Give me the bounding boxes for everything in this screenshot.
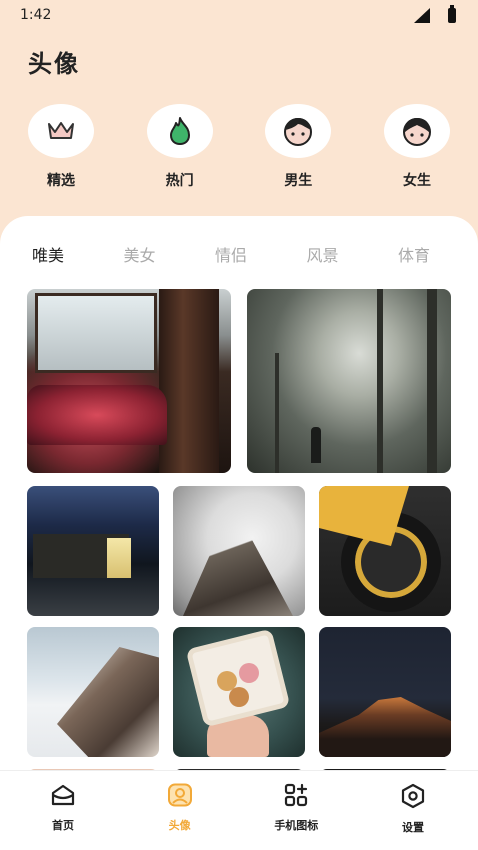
image-detail — [275, 353, 279, 473]
nav-label: 设置 — [401, 821, 424, 834]
flame-icon — [146, 104, 213, 158]
tab-couples[interactable]: 情侣 — [215, 242, 247, 266]
tab-bar: 唯美 美女 情侣 风景 体育 — [0, 242, 478, 274]
tab-label: 风景 — [306, 246, 339, 265]
avatar-image-red-sofa[interactable] — [27, 289, 231, 473]
tab-label: 情侣 — [214, 246, 247, 265]
tab-label: 体育 — [397, 246, 430, 265]
image-detail — [229, 687, 249, 707]
nav-label: 首页 — [52, 819, 74, 832]
crown-icon — [28, 104, 94, 158]
battery-icon — [448, 4, 456, 23]
avatar-image-foggy-forest[interactable] — [247, 289, 451, 473]
settings-hex-icon — [400, 783, 426, 813]
avatar-image-cookie-box[interactable] — [173, 627, 305, 757]
category-boys[interactable]: 男生 — [264, 104, 332, 190]
tab-aesthetic[interactable]: 唯美 — [26, 242, 78, 274]
image-detail — [35, 293, 157, 373]
nav-label: 头像 — [168, 819, 191, 832]
image-detail — [311, 427, 321, 463]
status-time: 1:42 — [20, 7, 52, 23]
avatar-image-sunset-ridge[interactable] — [319, 627, 451, 757]
tab-label: 美女 — [123, 246, 156, 265]
category-label: 热门 — [165, 173, 194, 189]
nav-settings[interactable]: 设置 — [380, 771, 446, 850]
boy-face-icon — [265, 104, 332, 158]
category-label: 精选 — [47, 173, 75, 189]
avatar-image-snowy-rock[interactable] — [27, 627, 159, 757]
category-label: 女生 — [402, 173, 431, 189]
avatar-image-night-house[interactable] — [27, 486, 159, 616]
image-detail — [239, 663, 259, 683]
tab-scenery[interactable]: 风景 — [306, 242, 338, 266]
home-icon — [50, 783, 76, 811]
content-sheet: 唯美 美女 情侣 风景 体育 — [0, 216, 478, 776]
apps-grid-icon — [283, 783, 309, 811]
nav-phone-icons[interactable]: 手机图标 — [263, 771, 329, 850]
nav-home[interactable]: 首页 — [30, 771, 96, 850]
image-detail — [27, 385, 167, 445]
bottom-nav: 首页 头像 手机图标 设置 — [0, 770, 478, 850]
image-detail — [319, 697, 451, 757]
avatar-image-motorcycle[interactable] — [319, 486, 451, 616]
tab-active-indicator — [26, 265, 78, 274]
page-title: 头像 — [28, 50, 80, 78]
image-detail — [427, 289, 437, 473]
avatar-icon — [167, 783, 193, 811]
nav-label: 手机图标 — [274, 819, 319, 832]
status-icons — [414, 4, 456, 23]
signal-icon — [414, 7, 430, 23]
girl-face-icon — [383, 104, 450, 158]
status-bar: 1:42 — [0, 0, 478, 30]
image-detail — [377, 289, 383, 473]
category-label: 男生 — [284, 173, 313, 189]
nav-avatar[interactable]: 头像 — [147, 771, 213, 850]
image-detail — [207, 715, 269, 757]
image-detail — [191, 634, 285, 722]
category-featured[interactable]: 精选 — [27, 104, 95, 190]
image-detail — [183, 516, 293, 616]
image-detail — [159, 289, 219, 473]
category-row: 精选 热门 男生 女生 — [0, 104, 478, 190]
category-hot[interactable]: 热门 — [146, 104, 214, 190]
category-girls[interactable]: 女生 — [383, 104, 451, 190]
tab-label: 唯美 — [32, 246, 65, 265]
tab-beauty[interactable]: 美女 — [123, 242, 155, 266]
image-detail — [57, 647, 159, 757]
tab-sports[interactable]: 体育 — [398, 242, 430, 266]
avatar-image-misty-peak[interactable] — [173, 486, 305, 616]
image-detail — [107, 538, 131, 578]
